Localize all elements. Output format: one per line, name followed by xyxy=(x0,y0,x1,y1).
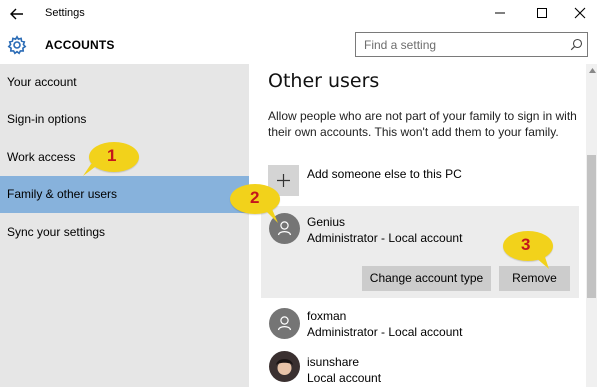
minimize-icon[interactable] xyxy=(490,4,510,22)
page-title: ACCOUNTS xyxy=(45,38,115,52)
scroll-up-arrow-icon[interactable] xyxy=(589,67,596,73)
callout-tail-1 xyxy=(83,164,99,176)
sidebar-item-your-account[interactable]: Your account xyxy=(0,64,249,101)
window-title: Settings xyxy=(45,7,85,19)
user-role: Local account xyxy=(307,371,382,385)
user-name[interactable]: foxman xyxy=(307,309,346,323)
user-role: Administrator - Local account xyxy=(307,325,463,339)
user-photo-avatar xyxy=(269,351,300,382)
section-heading: Other users xyxy=(268,70,380,92)
sidebar-item-sync-settings[interactable]: Sync your settings xyxy=(0,214,249,251)
section-description: Allow people who are not part of your fa… xyxy=(268,109,577,139)
change-account-type-button[interactable]: Change account type xyxy=(362,266,491,291)
maximize-icon[interactable] xyxy=(532,4,552,22)
search-icon[interactable] xyxy=(570,38,583,51)
close-icon[interactable] xyxy=(570,4,590,22)
add-user-label[interactable]: Add someone else to this PC xyxy=(307,167,462,181)
sidebar-item-family-other-users[interactable]: Family & other users xyxy=(0,176,249,213)
user-name: Genius xyxy=(307,215,346,229)
user-name[interactable]: isunshare xyxy=(307,355,359,369)
sidebar-item-sign-in-options[interactable]: Sign-in options xyxy=(0,101,249,138)
scrollbar-thumb[interactable] xyxy=(587,155,596,298)
callout-tail-3 xyxy=(535,257,549,269)
back-arrow-icon[interactable] xyxy=(8,5,26,23)
search-input[interactable]: Find a setting xyxy=(355,32,588,57)
user-role: Administrator - Local account xyxy=(307,231,463,245)
callout-tail-2 xyxy=(264,209,278,223)
remove-button[interactable]: Remove xyxy=(499,266,570,291)
gear-icon xyxy=(7,35,27,55)
title-bar: Settings xyxy=(0,0,597,28)
user-avatar-icon xyxy=(269,308,300,339)
search-placeholder: Find a setting xyxy=(364,38,437,52)
